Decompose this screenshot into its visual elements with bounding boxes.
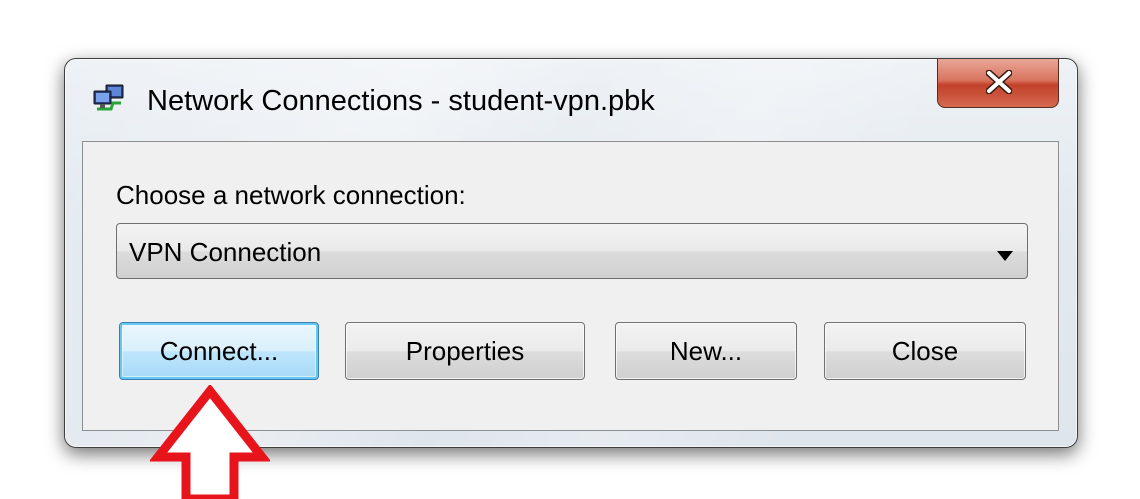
close-x-icon bbox=[986, 70, 1012, 94]
screenshot-stage: Network Connections - student-vpn.pbk Ch… bbox=[0, 0, 1140, 499]
red-up-arrow-icon bbox=[148, 383, 272, 499]
properties-button[interactable]: Properties bbox=[345, 322, 585, 380]
connect-button[interactable]: Connect... bbox=[119, 322, 319, 380]
close-window-button[interactable] bbox=[937, 59, 1059, 108]
new-button[interactable]: New... bbox=[615, 322, 797, 380]
window-title: Network Connections - student-vpn.pbk bbox=[147, 85, 655, 117]
dropdown-arrow-icon bbox=[997, 248, 1013, 266]
network-connections-icon bbox=[91, 83, 127, 115]
connection-select[interactable]: VPN Connection bbox=[116, 223, 1028, 279]
title-bar[interactable]: Network Connections - student-vpn.pbk bbox=[65, 59, 1077, 139]
connection-select-value: VPN Connection bbox=[129, 237, 322, 267]
choose-connection-label: Choose a network connection: bbox=[116, 180, 466, 210]
close-button[interactable]: Close bbox=[824, 322, 1026, 380]
